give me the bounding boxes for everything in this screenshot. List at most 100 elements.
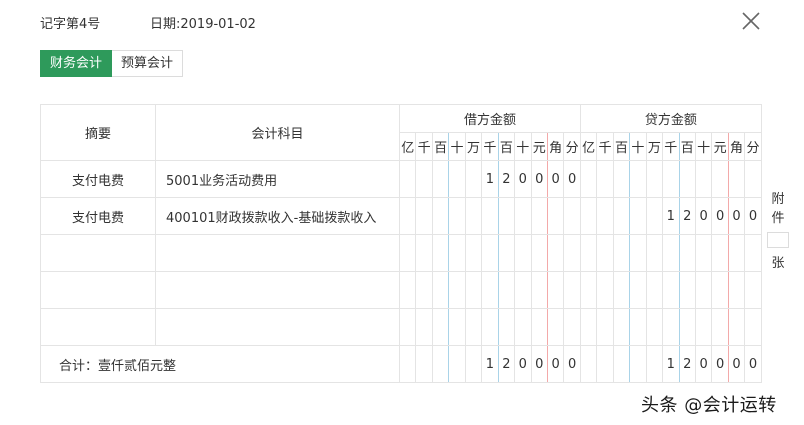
credit-digit-cell[interactable]: [596, 308, 614, 346]
credit-digit-cell[interactable]: 1: [662, 197, 680, 235]
credit-digit-cell[interactable]: [612, 271, 631, 309]
debit-digit-cell[interactable]: [546, 197, 565, 235]
debit-digit-cell[interactable]: [497, 308, 516, 346]
account-cell[interactable]: 400101财政拨款收入-基础拨款收入: [155, 197, 400, 235]
debit-digit-cell[interactable]: [481, 308, 499, 346]
debit-digit-cell[interactable]: [464, 160, 483, 198]
debit-digit-cell[interactable]: [431, 271, 450, 309]
credit-digit-cell[interactable]: [579, 308, 598, 346]
debit-digit-cell[interactable]: [415, 234, 433, 272]
credit-digit-cell[interactable]: [596, 271, 614, 309]
debit-digit-cell[interactable]: [398, 234, 417, 272]
summary-cell[interactable]: 支付电费: [40, 197, 156, 235]
debit-digit-cell[interactable]: [431, 308, 450, 346]
attachment-count-input[interactable]: [767, 232, 789, 248]
credit-digit-cell[interactable]: [662, 308, 680, 346]
debit-digit-cell[interactable]: [448, 234, 466, 272]
debit-digit-cell[interactable]: [514, 308, 532, 346]
credit-digit-cell[interactable]: [645, 160, 664, 198]
debit-digit-cell[interactable]: [431, 160, 450, 198]
credit-digit-cell[interactable]: [678, 271, 696, 309]
debit-digit-cell[interactable]: [481, 271, 499, 309]
credit-digit-cell[interactable]: [579, 234, 598, 272]
credit-digit-cell[interactable]: [694, 271, 713, 309]
account-cell[interactable]: [155, 234, 400, 272]
credit-digit-cell[interactable]: [596, 160, 614, 198]
debit-digit-cell[interactable]: [398, 308, 417, 346]
debit-digit-cell[interactable]: [415, 271, 433, 309]
debit-digit-cell[interactable]: [497, 234, 516, 272]
debit-digit-cell[interactable]: [464, 234, 483, 272]
credit-digit-cell[interactable]: [711, 308, 729, 346]
credit-digit-cell[interactable]: [645, 271, 664, 309]
close-button[interactable]: [740, 10, 762, 32]
debit-digit-cell[interactable]: [398, 160, 417, 198]
debit-digit-cell[interactable]: [415, 160, 433, 198]
credit-digit-cell[interactable]: [645, 234, 664, 272]
credit-digit-cell[interactable]: 0: [711, 197, 729, 235]
credit-digit-cell[interactable]: 2: [678, 197, 696, 235]
credit-digit-cell[interactable]: [744, 271, 762, 309]
credit-digit-cell[interactable]: 0: [744, 197, 762, 235]
credit-digit-cell[interactable]: [662, 271, 680, 309]
debit-digit-cell[interactable]: 1: [481, 160, 499, 198]
credit-digit-cell[interactable]: [662, 234, 680, 272]
credit-digit-cell[interactable]: [645, 197, 664, 235]
debit-digit-cell[interactable]: 2: [497, 160, 516, 198]
credit-digit-cell[interactable]: [694, 308, 713, 346]
credit-digit-cell[interactable]: [662, 160, 680, 198]
credit-digit-cell[interactable]: [612, 197, 631, 235]
debit-digit-cell[interactable]: [514, 234, 532, 272]
debit-digit-cell[interactable]: [448, 197, 466, 235]
credit-digit-cell[interactable]: [694, 160, 713, 198]
summary-cell[interactable]: [40, 271, 156, 309]
debit-digit-cell[interactable]: [563, 271, 581, 309]
debit-digit-cell[interactable]: [448, 308, 466, 346]
credit-digit-cell[interactable]: [629, 234, 647, 272]
credit-digit-cell[interactable]: [678, 160, 696, 198]
credit-digit-cell[interactable]: [629, 271, 647, 309]
credit-digit-cell[interactable]: [579, 160, 598, 198]
credit-digit-cell[interactable]: [596, 197, 614, 235]
credit-digit-cell[interactable]: [711, 234, 729, 272]
debit-digit-cell[interactable]: [481, 234, 499, 272]
credit-digit-cell[interactable]: [612, 308, 631, 346]
credit-digit-cell[interactable]: [629, 197, 647, 235]
credit-digit-cell[interactable]: [678, 308, 696, 346]
debit-digit-cell[interactable]: [431, 234, 450, 272]
credit-digit-cell[interactable]: [645, 308, 664, 346]
debit-digit-cell[interactable]: [546, 271, 565, 309]
debit-digit-cell[interactable]: [415, 197, 433, 235]
credit-digit-cell[interactable]: [596, 234, 614, 272]
debit-digit-cell[interactable]: [563, 308, 581, 346]
credit-digit-cell[interactable]: [612, 234, 631, 272]
debit-digit-cell[interactable]: [514, 271, 532, 309]
credit-digit-cell[interactable]: [579, 197, 598, 235]
credit-digit-cell[interactable]: [744, 160, 762, 198]
debit-digit-cell[interactable]: [563, 234, 581, 272]
summary-cell[interactable]: 支付电费: [40, 160, 156, 198]
credit-digit-cell[interactable]: [744, 308, 762, 346]
debit-digit-cell[interactable]: 0: [563, 160, 581, 198]
credit-digit-cell[interactable]: [612, 160, 631, 198]
credit-digit-cell[interactable]: [694, 234, 713, 272]
credit-digit-cell[interactable]: [727, 160, 746, 198]
credit-digit-cell[interactable]: [579, 271, 598, 309]
summary-cell[interactable]: [40, 234, 156, 272]
debit-digit-cell[interactable]: [563, 197, 581, 235]
debit-digit-cell[interactable]: 0: [514, 160, 532, 198]
debit-digit-cell[interactable]: [530, 308, 548, 346]
credit-digit-cell[interactable]: [727, 308, 746, 346]
credit-digit-cell[interactable]: [629, 308, 647, 346]
debit-digit-cell[interactable]: [464, 308, 483, 346]
credit-digit-cell[interactable]: [678, 234, 696, 272]
debit-digit-cell[interactable]: [497, 271, 516, 309]
credit-digit-cell[interactable]: [711, 160, 729, 198]
debit-digit-cell[interactable]: [398, 197, 417, 235]
debit-digit-cell[interactable]: [497, 197, 516, 235]
debit-digit-cell[interactable]: 0: [530, 160, 548, 198]
debit-digit-cell[interactable]: [398, 271, 417, 309]
debit-digit-cell[interactable]: [415, 308, 433, 346]
credit-digit-cell[interactable]: [727, 234, 746, 272]
debit-digit-cell[interactable]: [431, 197, 450, 235]
